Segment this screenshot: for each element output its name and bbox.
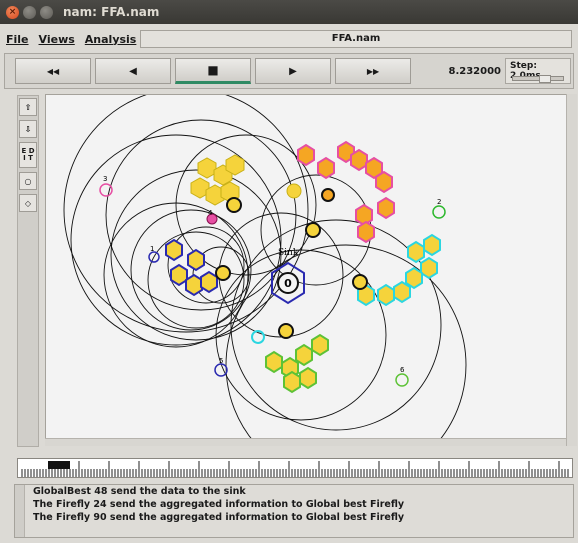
cyan-node-cluster xyxy=(352,233,441,307)
edit-button[interactable]: E D I T xyxy=(19,142,37,168)
log-line: The Firefly 90 send the aggregated infor… xyxy=(33,512,405,523)
event-log: GlobalBest 48 send the data to the sink … xyxy=(14,484,574,538)
play-icon: ▶ xyxy=(289,65,297,77)
node-label-1: 1 xyxy=(150,245,154,253)
green-node-cluster xyxy=(251,323,329,394)
log-line: The Firefly 24 send the aggregated infor… xyxy=(33,499,405,510)
step-slider-knob[interactable] xyxy=(539,75,551,83)
blue-node-cluster xyxy=(148,238,231,297)
menu-analysis[interactable]: Analysis xyxy=(85,33,137,46)
node-label-2: 2 xyxy=(437,198,441,206)
minimize-icon[interactable] xyxy=(23,5,36,19)
step-slider[interactable] xyxy=(512,75,564,83)
yellow-node-cluster xyxy=(190,154,245,225)
window-title: nam: FFA.nam xyxy=(63,5,160,19)
node-label-3: 3 xyxy=(103,175,107,183)
log-line: GlobalBest 48 send the data to the sink xyxy=(33,486,246,497)
play-button[interactable]: ▶ xyxy=(255,58,331,84)
node-label-6: 6 xyxy=(400,366,405,374)
zoom-in-icon[interactable]: ⇧ xyxy=(19,98,37,116)
node-label-5: 5 xyxy=(219,357,223,365)
timeline-thumb[interactable] xyxy=(48,461,70,469)
node-label-4: 4 xyxy=(208,209,213,217)
zoom-out-icon[interactable]: ⇩ xyxy=(19,120,37,138)
file-label: FFA.nam xyxy=(140,30,572,48)
network-canvas[interactable]: 0 Sink 3 2 6 1 5 4 xyxy=(45,94,577,446)
pink-node-cluster xyxy=(286,140,395,244)
stop-icon: ■ xyxy=(207,63,219,77)
back-icon: ◀ xyxy=(129,65,137,77)
sink-label: Sink xyxy=(278,248,299,258)
canvas-vertical-scrollbar[interactable] xyxy=(566,94,577,446)
timeline-slider[interactable] xyxy=(17,458,573,478)
rewind-icon: ◀◀ xyxy=(46,66,60,76)
title-bar: × nam: FFA.nam xyxy=(0,0,578,24)
rewind-button[interactable]: ◀◀ xyxy=(15,58,91,84)
step-back-button[interactable]: ◀ xyxy=(95,58,171,84)
transmission-range-circles xyxy=(63,95,467,445)
node-diamond-icon[interactable]: ◇ xyxy=(19,194,37,212)
timeline-ticks xyxy=(21,461,569,477)
menu-file[interactable]: File xyxy=(6,33,29,46)
node-circle-icon[interactable]: ○ xyxy=(19,172,37,190)
stop-button[interactable]: ■ xyxy=(175,58,251,84)
playback-controls: ◀◀ ◀ ■ ▶ ▶▶ 8.232000 Step: 2.0ms xyxy=(4,53,574,89)
forward-icon: ▶▶ xyxy=(366,66,380,76)
log-scrollbar[interactable] xyxy=(15,485,25,537)
fast-forward-button[interactable]: ▶▶ xyxy=(335,58,411,84)
step-control: Step: 2.0ms xyxy=(505,58,571,84)
canvas-horizontal-scrollbar[interactable] xyxy=(45,438,566,446)
maximize-icon[interactable] xyxy=(40,5,53,19)
close-icon[interactable]: × xyxy=(6,5,19,19)
menu-views[interactable]: Views xyxy=(39,33,75,46)
tool-column: ⇧ ⇩ E D I T ○ ◇ xyxy=(17,95,39,447)
sink-id-label: 0 xyxy=(284,277,292,290)
network-animation: 0 Sink 3 2 6 1 5 4 xyxy=(63,95,467,445)
edit-label: E D I T xyxy=(21,147,35,162)
time-display: 8.232000 xyxy=(448,65,501,77)
